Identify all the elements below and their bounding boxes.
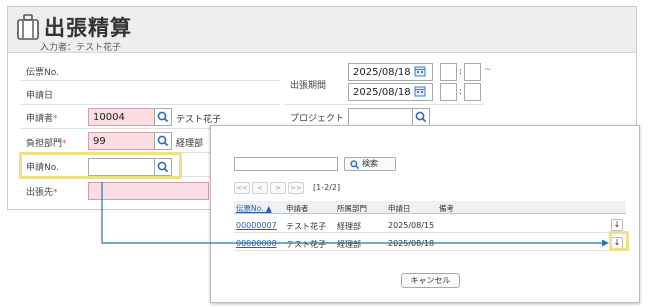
search-icon	[415, 111, 427, 123]
period-label: 出張期間	[290, 81, 327, 91]
input-user-text: 入力者：テスト花子	[40, 43, 122, 53]
applicant-search-button[interactable]	[154, 108, 172, 126]
download-highlight	[609, 231, 629, 251]
column-header-denpyo-no[interactable]: 伝票No. ▲	[236, 203, 272, 214]
screen: 出張精算 入力者：テスト花子 伝票No. 申請日 申請者* 負担部門* 申請No…	[0, 0, 651, 307]
briefcase-icon	[17, 14, 39, 40]
cost-dept-label: 負担部門*	[26, 139, 67, 149]
pager: << < > >>	[234, 182, 304, 195]
cost-dept-name: 経理部	[176, 139, 204, 149]
search-icon	[350, 160, 360, 170]
table-header: 伝票No. ▲ 申請者 所属部門 申請日 備考	[234, 201, 626, 214]
destination-input[interactable]	[88, 182, 209, 200]
next-page-button[interactable]: >	[270, 182, 286, 194]
destination-label: 出張先*	[26, 188, 58, 198]
application-no-highlight	[19, 152, 182, 179]
shinsei-date-label: 申請日	[26, 91, 54, 101]
table-row: 00000007 テスト花子 経理部 2025/08/15 ↓	[234, 217, 626, 233]
divider	[20, 80, 280, 81]
application-search-dialog: 検索 << < > >> [1-2/2] 伝票No. ▲ 申請者 所属部門 申請…	[210, 125, 640, 303]
divider	[284, 104, 484, 105]
denpyo-no-link[interactable]: 00000008	[236, 239, 277, 248]
start-minute-input[interactable]	[464, 63, 481, 81]
end-date-calendar-button[interactable]	[412, 83, 430, 101]
dialog-search-input[interactable]	[234, 157, 338, 171]
project-input[interactable]	[348, 108, 418, 126]
end-minute-input[interactable]	[464, 83, 481, 101]
denpyo-no-label: 伝票No.	[26, 68, 59, 78]
row-applicant: テスト花子	[286, 222, 326, 231]
column-header-dept[interactable]: 所属部門	[337, 203, 367, 214]
row-date: 2025/08/15	[388, 221, 435, 230]
last-page-button[interactable]: >>	[288, 182, 304, 194]
end-hour-input[interactable]	[440, 83, 457, 101]
row-dept: 経理部	[337, 222, 361, 231]
applicant-label: 申請者*	[26, 114, 58, 124]
search-icon	[157, 111, 169, 123]
dialog-search-label: 検索	[362, 159, 378, 168]
cancel-button[interactable]: キャンセル	[401, 273, 460, 288]
column-header-remarks: 備考	[439, 204, 454, 213]
time-separator: :	[459, 87, 463, 97]
calendar-icon	[414, 86, 426, 97]
cost-dept-search-button[interactable]	[154, 132, 172, 150]
calendar-icon	[414, 66, 426, 77]
form-header: 出張精算 入力者：テスト花子	[8, 7, 636, 53]
row-applicant: テスト花子	[286, 240, 326, 249]
column-header-date[interactable]: 申請日	[388, 203, 411, 214]
page-title: 出張精算	[44, 16, 132, 40]
applicant-code-input[interactable]: 10004	[88, 108, 155, 126]
range-separator: ~	[484, 65, 492, 75]
start-date-calendar-button[interactable]	[412, 63, 430, 81]
denpyo-no-link[interactable]: 00000007	[236, 221, 277, 230]
prev-page-button[interactable]: <	[252, 182, 268, 194]
divider	[20, 104, 280, 105]
record-count: [1-2/2]	[313, 183, 341, 192]
table-row: 00000008 テスト花子 経理部 2025/08/18 ↓	[234, 235, 626, 251]
download-icon[interactable]: ↓	[611, 219, 623, 231]
time-separator: :	[459, 67, 463, 77]
applicant-name: テスト花子	[176, 115, 222, 125]
row-date: 2025/08/18	[388, 239, 435, 248]
start-hour-input[interactable]	[440, 63, 457, 81]
project-search-button[interactable]	[412, 108, 430, 126]
column-header-applicant[interactable]: 申請者	[286, 203, 309, 214]
first-page-button[interactable]: <<	[234, 182, 250, 194]
search-icon	[157, 135, 169, 147]
project-label: プロジェクト	[290, 114, 345, 124]
row-dept: 経理部	[337, 240, 361, 249]
cost-dept-code-input[interactable]: 99	[88, 132, 155, 150]
dialog-search-button[interactable]: 検索	[344, 157, 396, 171]
